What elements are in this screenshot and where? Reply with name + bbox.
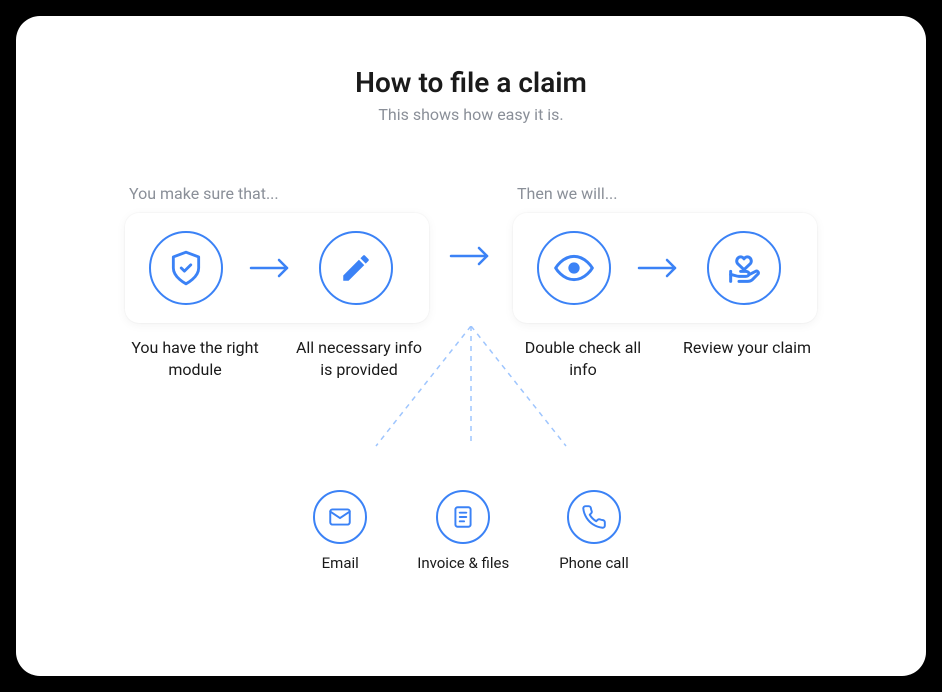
channel-phone: Phone call [559,490,629,572]
channel-files: Invoice & files [417,490,509,572]
mail-icon [313,490,367,544]
group-company-label: Then we will... [513,184,817,203]
phone-icon [567,490,621,544]
step-review [707,231,781,305]
arrow-icon [247,256,295,280]
group-user-label: You make sure that... [125,184,429,203]
step-doublecheck-label: Double check all info [513,337,653,380]
step-module-label: You have the right module [125,337,265,380]
company-step-labels: Double check all info Review your claim [513,337,817,380]
user-step-labels: You have the right module All necessary … [125,337,429,380]
eye-icon [537,231,611,305]
channels-row: Email Invoice & files Phone call [56,490,886,572]
file-text-icon [436,490,490,544]
shield-check-icon [149,231,223,305]
group-company: Then we will... [513,184,817,380]
group-company-box [513,213,817,323]
hand-heart-icon [707,231,781,305]
pencil-icon [319,231,393,305]
channel-email: Email [313,490,367,572]
channel-files-label: Invoice & files [417,554,509,572]
step-review-label: Review your claim [677,337,817,380]
info-card: How to file a claim This shows how easy … [16,16,926,676]
arrow-icon [447,244,495,268]
header: How to file a claim This shows how easy … [56,66,886,124]
channel-email-label: Email [322,554,359,572]
middle-arrow-column [447,184,495,268]
page-subtitle: This shows how easy it is. [56,105,886,124]
step-info-label: All necessary info is provided [289,337,429,380]
channel-phone-label: Phone call [559,554,629,572]
step-doublecheck [537,231,611,305]
group-user-box [125,213,429,323]
step-info [319,231,393,305]
arrow-icon [635,256,683,280]
page-title: How to file a claim [56,66,886,99]
group-user: You make sure that... You have the r [125,184,429,380]
step-module [149,231,223,305]
flow-row: You make sure that... You have the r [56,184,886,380]
